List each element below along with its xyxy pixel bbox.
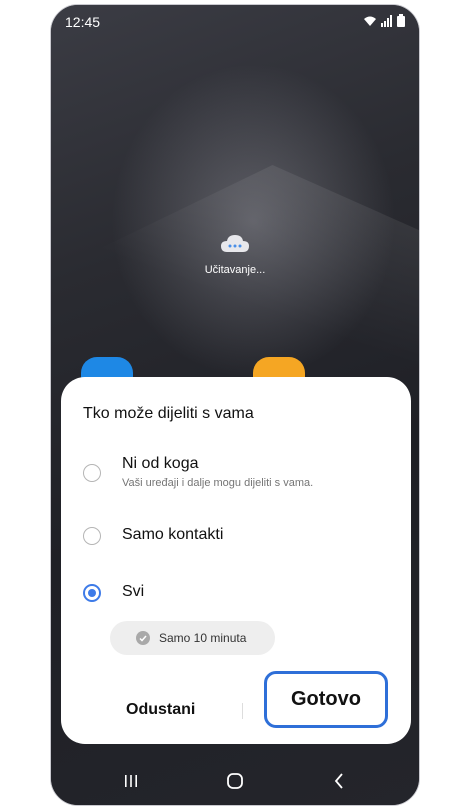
recent-apps-icon[interactable] [119, 771, 143, 791]
radio-button[interactable] [83, 464, 101, 482]
navigation-bar [51, 757, 419, 805]
home-icon[interactable] [223, 771, 247, 791]
option-label: Ni od koga [122, 455, 199, 472]
timer-chip-label: Samo 10 minuta [159, 631, 247, 645]
timer-chip[interactable]: Samo 10 minuta [110, 621, 275, 655]
done-button[interactable]: Gotovo [264, 671, 388, 728]
loading-indicator: Učitavanje... [51, 233, 419, 276]
option-label: Svi [122, 583, 145, 600]
signal-icon [381, 14, 393, 27]
radio-button-selected[interactable] [83, 584, 101, 602]
option-label: Samo kontakti [122, 526, 224, 543]
cloud-icon [220, 233, 250, 258]
back-icon[interactable] [327, 771, 351, 791]
option-description: Vaši uređaji i dalje mogu dijeliti s vam… [122, 477, 314, 489]
loading-text: Učitavanje... [204, 264, 266, 276]
status-icons [363, 14, 405, 27]
status-bar: 12:45 [51, 5, 419, 39]
dialog-title: Tko može dijeliti s vama [83, 405, 254, 422]
phone-screen: 12:45 Učitavanje... Tko može dijeliti s … [50, 4, 420, 806]
option-contacts-only[interactable]: Samo kontakti [83, 523, 393, 547]
wifi-icon [363, 15, 377, 27]
battery-icon [397, 14, 405, 27]
button-divider [242, 703, 243, 719]
option-nobody[interactable]: Ni od koga Vaši uređaji i dalje mogu dij… [83, 451, 393, 491]
radio-button[interactable] [83, 527, 101, 545]
option-everyone[interactable]: Svi [83, 580, 393, 604]
check-icon [136, 631, 150, 645]
status-time: 12:45 [65, 14, 101, 30]
cancel-button[interactable]: Odustani [126, 701, 195, 719]
share-visibility-dialog: Tko može dijeliti s vama Ni od koga Vaši… [61, 377, 411, 744]
